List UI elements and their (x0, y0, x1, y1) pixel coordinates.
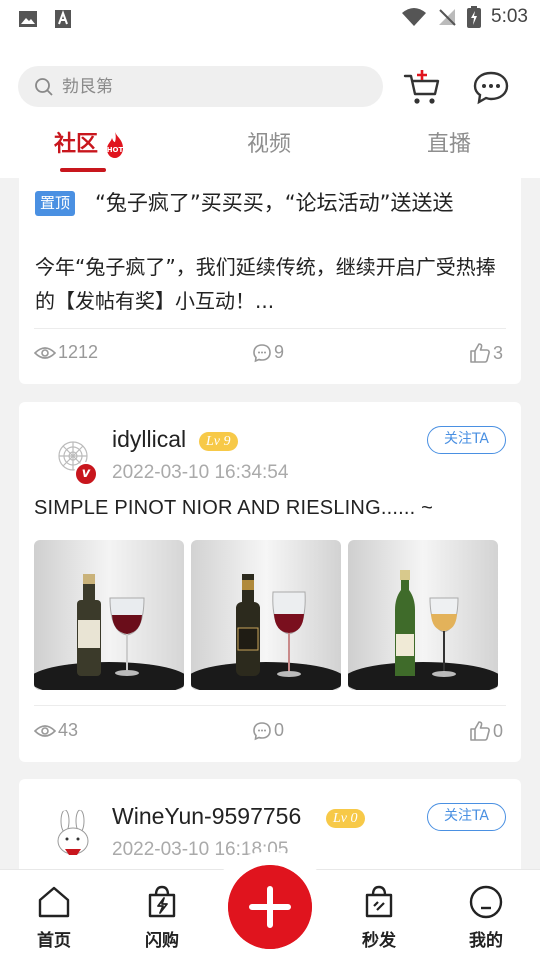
avatar[interactable] (47, 809, 99, 861)
view-count: 43 (34, 720, 78, 741)
divider (34, 705, 506, 706)
level-badge: Lv 0 (326, 809, 365, 828)
flash-bag-icon (148, 885, 176, 918)
nav-home-label: 首页 (37, 931, 71, 951)
search-icon (35, 77, 53, 96)
divider (34, 328, 506, 329)
comment-count-value: 9 (274, 342, 285, 362)
no-signal-icon (439, 9, 456, 26)
wifi-icon (402, 8, 427, 26)
comment-count-value: 0 (274, 720, 285, 740)
like-count-value: 3 (493, 342, 504, 363)
wine-photo-3[interactable] (348, 540, 498, 690)
battery-charging-icon (467, 6, 482, 28)
follow-button[interactable]: 关注TA (427, 803, 506, 831)
eye-icon (34, 724, 56, 737)
thumbs-up-icon (470, 721, 490, 741)
like-count[interactable]: 0 (469, 720, 503, 742)
shopping-bag-icon (365, 885, 393, 918)
post-card[interactable]: v idyllical Lv 9 2022-03-10 16:34:54 关注T… (19, 402, 521, 762)
photo-grid (34, 540, 498, 690)
nav-seckill[interactable]: 秒发 (344, 884, 414, 951)
post-stats: 1212 9 3 (19, 342, 521, 372)
create-post-button[interactable] (228, 865, 312, 949)
post-time: 2022-03-10 16:34:54 (112, 462, 289, 483)
username[interactable]: WineYun-9597756 (112, 803, 301, 830)
post-stats: 43 0 0 (19, 720, 521, 750)
home-icon (38, 886, 70, 918)
tab-live[interactable]: 直播 (427, 126, 471, 158)
font-icon (55, 10, 71, 28)
comment-count[interactable]: 0 (252, 720, 284, 741)
wine-photo-2[interactable] (191, 540, 341, 690)
follow-button[interactable]: 关注TA (427, 426, 506, 454)
header: 社区 HOT 视频 直播 (0, 38, 540, 178)
profile-face-icon (469, 885, 503, 919)
view-count-value: 43 (58, 720, 79, 740)
cart-add-icon[interactable] (403, 68, 443, 108)
search-bar[interactable] (18, 66, 383, 107)
post-excerpt[interactable]: 今年“兔子疯了”，我们延续传统，继续开启广受热捧的【发帖有奖】小互动！... (35, 250, 510, 318)
like-count[interactable]: 3 (469, 342, 503, 364)
comment-icon (253, 721, 271, 740)
wine-photo-1[interactable] (34, 540, 184, 690)
nav-flash-sale[interactable]: 闪购 (127, 884, 197, 951)
tab-video[interactable]: 视频 (247, 126, 291, 158)
tab-community[interactable]: 社区 (54, 126, 98, 158)
post-card-pinned[interactable]: 置顶 “兔子疯了”买买买，“论坛活动”送送送 今年“兔子疯了”，我们延续传统，继… (19, 178, 521, 384)
nav-profile-label: 我的 (469, 931, 503, 951)
thumbs-up-icon (470, 343, 490, 363)
post-title[interactable]: “兔子疯了”买买买，“论坛活动”送送送 (95, 187, 454, 217)
tab-bar: 社区 HOT 视频 直播 (0, 126, 540, 178)
nav-profile[interactable]: 我的 (451, 884, 521, 951)
active-tab-indicator (60, 168, 106, 172)
view-count: 1212 (34, 342, 98, 363)
comment-icon (253, 343, 271, 362)
status-bar: 5:03 (0, 0, 540, 38)
like-count-value: 0 (493, 720, 504, 741)
pinned-badge: 置顶 (35, 191, 76, 216)
message-icon[interactable] (472, 70, 510, 106)
level-badge: Lv 9 (199, 432, 238, 451)
view-count-value: 1212 (58, 342, 99, 362)
post-title[interactable]: SIMPLE PINOT NIOR AND RIESLING...... ~ (34, 497, 433, 520)
search-input[interactable] (62, 76, 362, 97)
nav-flash-label: 闪购 (145, 931, 179, 951)
hot-badge-text: HOT (107, 146, 124, 154)
comment-count[interactable]: 9 (252, 342, 284, 363)
username[interactable]: idyllical (112, 426, 186, 453)
nav-home[interactable]: 首页 (19, 884, 89, 951)
gallery-icon (19, 11, 37, 27)
eye-icon (34, 346, 56, 359)
clock: 5:03 (491, 6, 528, 27)
hot-flame-icon: HOT (107, 132, 124, 158)
nav-seckill-label: 秒发 (362, 931, 396, 951)
verified-badge: v (74, 462, 98, 486)
